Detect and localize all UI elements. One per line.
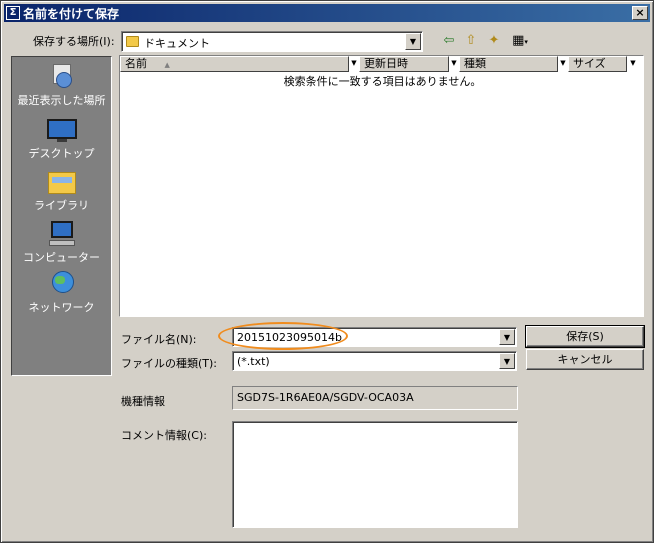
column-filter-icon[interactable]: ▼	[628, 57, 638, 70]
place-computer[interactable]: コンピューター	[12, 217, 111, 267]
comment-label: コメント情報(C):	[121, 429, 207, 442]
folder-icon	[126, 36, 139, 47]
column-header-size[interactable]: サイズ	[568, 56, 627, 72]
column-header-modified[interactable]: 更新日時	[359, 56, 449, 72]
window-title: 名前を付けて保存	[23, 6, 120, 21]
view-icon: ▦	[512, 33, 525, 48]
recent-places-icon	[47, 64, 77, 90]
filetype-label: ファイルの種類(T):	[121, 357, 218, 370]
place-label: 最近表示した場所	[17, 94, 106, 107]
chevron-down-icon[interactable]: ▼	[405, 33, 421, 50]
highlight-annotation	[218, 322, 348, 350]
column-label: サイズ	[573, 57, 606, 70]
filetype-value: (*.txt)	[237, 355, 270, 368]
place-label: コンピューター	[23, 251, 100, 264]
column-label: 種類	[464, 57, 486, 70]
chevron-down-icon[interactable]: ▼	[499, 329, 515, 345]
network-icon	[47, 271, 77, 297]
save-in-dropdown[interactable]: ドキュメント ▼	[121, 31, 423, 52]
place-network[interactable]: ネットワーク	[12, 267, 111, 317]
desktop-icon	[46, 117, 77, 143]
cancel-button[interactable]: キャンセル	[526, 349, 644, 370]
places-bar: 最近表示した場所 デスクトップ ライブラリ コンピューター ネットワーク	[11, 56, 112, 376]
comment-textarea[interactable]	[232, 421, 518, 528]
empty-message: 検索条件に一致する項目はありません。	[283, 75, 482, 88]
model-info-value: SGD7S-1R6AE0A/SGDV-OCA03A	[237, 391, 414, 404]
save-in-value: ドキュメント	[144, 37, 210, 50]
save-in-label: 保存する場所(I):	[33, 35, 115, 48]
place-label: ライブラリ	[34, 199, 89, 212]
place-label: ネットワーク	[28, 301, 95, 314]
place-desktop[interactable]: デスクトップ	[12, 113, 111, 163]
up-folder-icon[interactable]: ⇧	[461, 32, 481, 50]
back-icon[interactable]: ⇦	[439, 32, 459, 50]
column-filter-icon[interactable]: ▼	[558, 57, 568, 70]
chevron-down-icon[interactable]: ▼	[499, 353, 515, 369]
filename-label: ファイル名(N):	[121, 333, 197, 346]
place-label: デスクトップ	[28, 147, 95, 160]
column-filter-icon[interactable]: ▼	[349, 57, 359, 70]
title-bar: Σ 名前を付けて保存 ×	[4, 4, 650, 22]
column-label: 更新日時	[364, 57, 408, 70]
place-libraries[interactable]: ライブラリ	[12, 165, 111, 215]
model-info-field: SGD7S-1R6AE0A/SGDV-OCA03A	[232, 386, 518, 410]
column-header-name[interactable]: 名前 ▲	[120, 56, 349, 72]
save-as-dialog: Σ 名前を付けて保存 × 保存する場所(I): ドキュメント ▼ ⇦ ⇧ ✦ ▦…	[0, 0, 654, 543]
libraries-icon	[47, 169, 77, 195]
column-filter-icon[interactable]: ▼	[449, 57, 459, 70]
close-button[interactable]: ×	[632, 6, 648, 20]
model-info-label: 機種情報	[121, 395, 165, 408]
app-icon: Σ	[6, 6, 20, 20]
new-folder-icon[interactable]: ✦	[484, 32, 504, 50]
column-header-type[interactable]: 種類	[459, 56, 558, 72]
view-menu-icon[interactable]: ▦▾	[507, 32, 533, 50]
place-recent[interactable]: 最近表示した場所	[12, 60, 111, 110]
column-label: 名前	[125, 57, 147, 70]
filetype-dropdown[interactable]: (*.txt) ▼	[232, 351, 517, 371]
file-list[interactable]: 名前 ▲ ▼ 更新日時 ▼ 種類 ▼ サイズ ▼ 検索条件に一致する項目はありま…	[119, 55, 644, 317]
save-button[interactable]: 保存(S)	[525, 325, 645, 348]
computer-icon	[47, 221, 77, 247]
